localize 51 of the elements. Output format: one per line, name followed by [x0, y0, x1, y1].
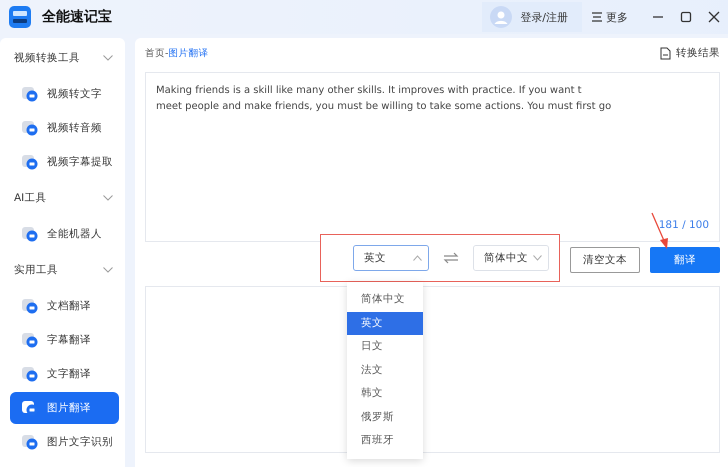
sidebar-item[interactable]: 全能机器人: [10, 218, 119, 250]
sidebar-item[interactable]: 视频转文字: [10, 78, 119, 110]
chevron-icon: [533, 255, 542, 261]
breadcrumb-current: 图片翻译: [168, 46, 208, 60]
translate-button[interactable]: 翻译: [650, 247, 720, 273]
sidebar-item[interactable]: 文档翻译: [10, 290, 119, 322]
language-option[interactable]: 日文: [347, 335, 423, 358]
sidebar-item[interactable]: 图片文字识别: [10, 426, 119, 458]
sidebar-group-header[interactable]: AI工具: [0, 180, 125, 216]
breadcrumb-home-link[interactable]: 首页: [145, 46, 165, 60]
language-option[interactable]: 俄罗斯: [347, 406, 423, 429]
breadcrumb-separator: -: [165, 48, 168, 58]
more-button[interactable]: 更多: [592, 10, 628, 24]
tool-icon: [22, 226, 38, 242]
sidebar-item[interactable]: 文字翻译: [10, 358, 119, 390]
avatar-icon: [490, 6, 512, 28]
close-icon[interactable]: [708, 11, 720, 23]
app-logo-icon: [8, 5, 32, 29]
language-option[interactable]: 简体中文: [347, 288, 423, 312]
document-icon: [660, 46, 671, 60]
character-count: 181 / 100: [658, 219, 709, 231]
swap-icon[interactable]: [443, 252, 459, 264]
menu-icon: [592, 12, 602, 22]
language-option[interactable]: 英文: [347, 312, 423, 335]
clear-text-button[interactable]: 清空文本: [570, 247, 640, 273]
maximize-icon[interactable]: [680, 11, 692, 23]
language-option[interactable]: 韩文: [347, 382, 423, 406]
tool-icon: [22, 154, 38, 170]
app-title: 全能速记宝: [42, 8, 112, 26]
result-link[interactable]: 转换结果: [660, 46, 720, 60]
chevron-icon: [103, 267, 113, 273]
language-option[interactable]: 西班牙: [347, 429, 423, 452]
sidebar-group-header[interactable]: 视频转换工具: [0, 40, 125, 76]
tool-icon: [22, 120, 38, 136]
sidebar-item[interactable]: 视频字幕提取: [10, 146, 119, 178]
chevron-icon: [103, 195, 113, 201]
sidebar-group-header[interactable]: 实用工具: [0, 252, 125, 288]
sidebar-item[interactable]: 图片翻译: [10, 392, 119, 424]
tool-icon: [22, 86, 38, 102]
sidebar-item[interactable]: 字幕翻译: [10, 324, 119, 356]
sidebar-item[interactable]: 视频转音频: [10, 112, 119, 144]
target-language-select[interactable]: 简体中文: [473, 245, 549, 271]
tool-icon: [22, 366, 38, 382]
source-language-select[interactable]: 英文: [353, 245, 429, 271]
tool-icon: [22, 434, 38, 450]
login-button[interactable]: 登录/注册: [482, 2, 582, 32]
chevron-icon: [103, 55, 113, 61]
tool-icon: [22, 332, 38, 348]
language-option[interactable]: 法文: [347, 358, 423, 382]
chevron-icon: [413, 255, 422, 261]
tool-icon: [22, 298, 38, 314]
